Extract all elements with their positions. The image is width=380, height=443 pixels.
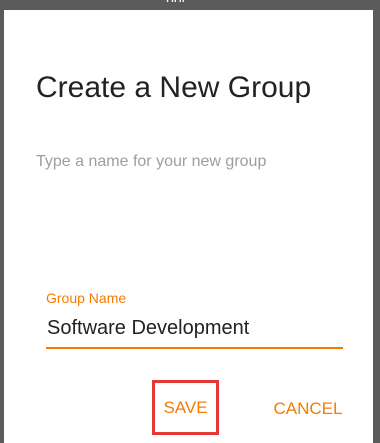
group-name-input[interactable]	[46, 313, 343, 343]
window-title-clipped: ppr	[166, 0, 186, 2]
window-frame-top: ppr	[0, 0, 380, 10]
dialog-subtitle: Type a name for your new group	[36, 153, 267, 170]
dialog-actions: SAVE CANCEL	[4, 380, 373, 440]
group-name-label: Group Name	[46, 290, 127, 306]
cancel-button[interactable]: CANCEL	[262, 397, 354, 421]
window-frame-right	[373, 10, 380, 443]
dialog-title: Create a New Group	[36, 71, 312, 104]
group-name-underline	[46, 347, 343, 349]
screen: ppr Create a New Group Type a name for y…	[0, 0, 380, 443]
save-button[interactable]: SAVE	[152, 380, 219, 435]
create-group-dialog: Create a New Group Type a name for your …	[4, 10, 373, 443]
group-name-field: Group Name	[46, 290, 343, 352]
